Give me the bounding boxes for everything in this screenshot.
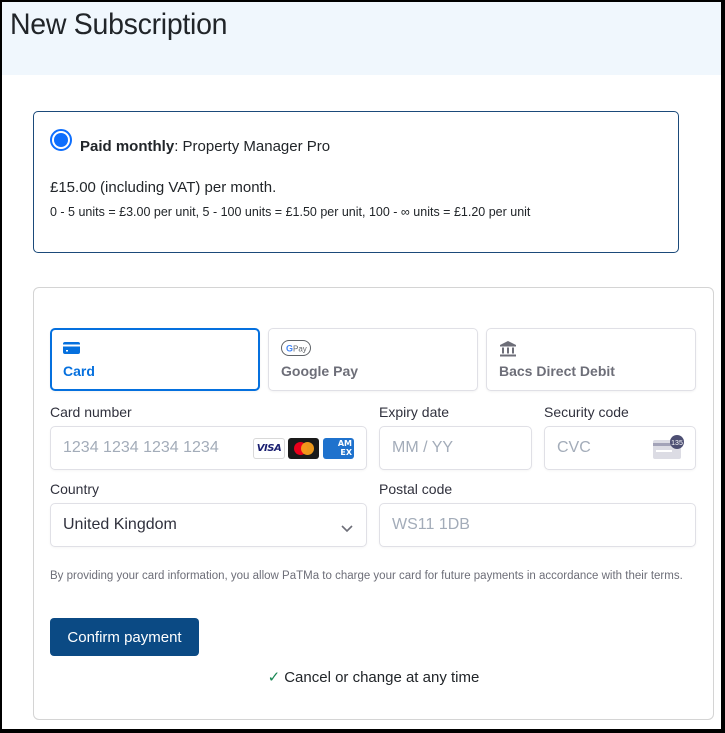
- cancel-note: ✓ Cancel or change at any time: [34, 668, 713, 686]
- visa-icon: VISA: [253, 438, 285, 459]
- bank-icon: [499, 341, 517, 362]
- country-value: United Kingdom: [63, 516, 177, 533]
- checkmark-icon: ✓: [267, 669, 281, 686]
- tab-google-pay-label: Google Pay: [281, 363, 359, 379]
- tab-bacs-direct-debit[interactable]: Bacs Direct Debit: [486, 328, 696, 391]
- plan-product-name: Property Manager Pro: [182, 138, 331, 155]
- expiry-date-label: Expiry date: [379, 404, 450, 420]
- card-number-input[interactable]: 1234 1234 1234 1234 VISA AM EX: [50, 426, 367, 470]
- page-header: New Subscription: [2, 2, 721, 75]
- plan-radio-button[interactable]: [50, 129, 72, 151]
- google-pay-icon: G Pay: [281, 340, 311, 361]
- expiry-date-placeholder: MM / YY: [392, 439, 454, 456]
- plan-separator: :: [174, 138, 183, 155]
- chevron-down-icon: [341, 520, 353, 538]
- svg-text:Pay: Pay: [293, 345, 307, 354]
- tab-card-label: Card: [63, 363, 95, 379]
- expiry-date-input[interactable]: MM / YY: [379, 426, 532, 470]
- tab-card[interactable]: Card: [50, 328, 260, 391]
- amex-icon: AM EX: [323, 438, 354, 459]
- mastercard-icon: [288, 438, 319, 459]
- postal-code-placeholder: WS11 1DB: [392, 516, 470, 533]
- cvc-card-icon: 135: [653, 435, 685, 466]
- card-number-label: Card number: [50, 404, 132, 420]
- country-select[interactable]: United Kingdom: [50, 503, 367, 547]
- security-code-placeholder: CVC: [557, 439, 591, 456]
- security-code-input[interactable]: CVC 135: [544, 426, 696, 470]
- page-title: New Subscription: [10, 8, 228, 41]
- plan-option-card[interactable]: Paid monthly: Property Manager Pro £15.0…: [33, 111, 679, 253]
- plan-billing-label: Paid monthly: [80, 138, 175, 155]
- svg-text:G: G: [286, 344, 293, 354]
- postal-code-input[interactable]: WS11 1DB: [379, 503, 696, 547]
- postal-code-label: Postal code: [379, 481, 453, 497]
- card-number-placeholder: 1234 1234 1234 1234: [63, 439, 219, 456]
- plan-title: Paid monthly: Property Manager Pro: [80, 138, 330, 155]
- security-code-label: Security code: [544, 404, 629, 420]
- credit-card-icon: [63, 341, 81, 360]
- plan-price: £15.00 (including VAT) per month.: [50, 179, 277, 196]
- cancel-note-text: Cancel or change at any time: [284, 669, 480, 686]
- payment-form: Card G Pay Google Pay Bacs Direct Debit C…: [33, 287, 714, 720]
- tab-bacs-label: Bacs Direct Debit: [499, 363, 615, 379]
- card-disclaimer: By providing your card information, you …: [50, 570, 683, 582]
- tab-google-pay[interactable]: G Pay Google Pay: [268, 328, 478, 391]
- country-label: Country: [50, 481, 100, 497]
- confirm-payment-button[interactable]: Confirm payment: [50, 618, 199, 656]
- svg-text:135: 135: [671, 440, 683, 447]
- plan-tiers: 0 - 5 units = £3.00 per unit, 5 - 100 un…: [50, 205, 531, 219]
